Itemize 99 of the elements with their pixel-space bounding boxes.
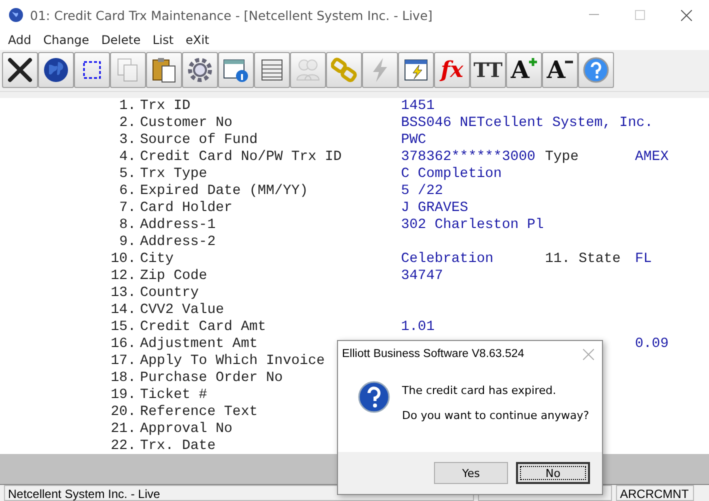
question-icon [358,381,390,413]
dialog-button[interactable]: Yes [434,462,508,484]
field-value: 1.01 [401,318,435,336]
field-number: 10. [110,250,137,268]
help-icon [583,57,609,84]
menu-item[interactable]: Delete [95,32,147,47]
field-number: 7. [119,200,137,217]
toolbar-button[interactable]: TT [470,52,506,88]
field-number: 4. [119,148,137,166]
field-label: City [140,250,174,268]
toolbar-button[interactable] [146,52,182,88]
field-label: Adjustment Amt [140,336,258,353]
field-value: 1451 [401,98,435,115]
field-value: AMEX [635,148,669,166]
field-value: 34747 [401,268,444,285]
toolbar-button[interactable] [254,52,290,88]
field-value: 378362******3000 [401,148,536,166]
field-value: BSS046 NETcellent System, Inc. [401,114,654,132]
close-icon [7,57,33,84]
toolbar-button[interactable]: A [542,52,578,88]
menu-item[interactable]: Change [37,32,96,47]
paste-icon [151,56,177,84]
field-number: 18. [110,370,137,387]
dialog-message: The credit card has expired. [402,384,558,397]
dialog-title: Elliott Business Software V8.63.524 [342,348,524,360]
field-label: Trx ID [140,98,190,115]
field-number: 21. [110,420,137,438]
field-value: 5 /22 [401,182,444,200]
toolbar-button[interactable] [2,52,38,88]
field-value: 0.09 [635,336,669,353]
field-number: 1. [119,98,137,115]
menu-item[interactable]: Add [2,32,38,47]
font-icon: TT [473,60,503,80]
field-label: Ticket # [140,386,208,404]
status-program: ARCRCMNT [616,485,694,501]
menu-item[interactable]: eXit [180,32,216,47]
field-label: Apply To Which Invoice [140,352,325,370]
field-number: 3. [119,132,137,149]
dialog-button[interactable]: No [516,462,590,484]
field-number: 17. [110,352,137,370]
field-label: Purchase Order No [140,370,283,387]
field-number: 15. [110,318,137,336]
window-lightning-icon [403,58,429,82]
info-window-icon [222,57,250,84]
field-label: Type [545,148,579,166]
function-icon: fx [440,59,464,82]
field-value: J GRAVES [401,200,468,217]
window-title: 01: Credit Card Trx Maintenance - [Netcellent System Inc. - Live] [30,8,434,22]
field-value: PWC [401,132,426,149]
field-value: C Completion [401,166,502,183]
field-label: Credit Card Amt [140,318,266,336]
field-number: 8. [119,216,137,234]
copy-icon [116,57,140,84]
field-label: Approval No [140,420,232,438]
field-number: 2. [119,114,137,132]
field-number: 6. [119,182,137,200]
field-label: Customer No [140,114,232,132]
field-label: Country [140,284,199,302]
field-number: 5. [119,166,137,183]
toolbar-button[interactable]: A [506,52,542,88]
field-label: Trx Type [140,166,208,183]
chain-link-icon [331,57,357,84]
field-label: Reference Text [140,404,258,421]
toolbar-button[interactable] [74,52,110,88]
field-label: Expired Date (MM/YY) [140,182,308,200]
toolbar-button[interactable] [38,52,74,88]
field-number: 19. [110,386,137,404]
field-number: 16. [110,336,137,353]
toolbar-button[interactable] [218,52,254,88]
selection-icon [82,60,102,80]
field-label: Card Holder [140,200,232,217]
field-number: 22. [110,438,137,455]
toolbar-button[interactable]: fx [434,52,470,88]
field-label: Trx. Date [140,438,216,455]
field-number: 20. [110,404,137,421]
globe-icon [43,57,69,84]
app-globe-icon [8,7,24,23]
field-value: Celebration [401,250,494,268]
close-icon[interactable] [680,10,692,20]
menu-item[interactable]: List [146,32,180,47]
field-number: 12. [110,268,137,285]
field-number: 14. [110,302,137,319]
field-label: Source of Fund [140,132,258,149]
field-label: Address-2 [140,234,216,251]
field-label: 11. State [545,250,621,268]
field-label: CVV2 Value [140,302,224,319]
lightning-icon [370,57,390,84]
field-label: Zip Code [140,268,208,285]
toolbar-button[interactable] [398,52,434,88]
field-value: FL [635,250,652,268]
field-label: Credit Card No/PW Trx ID [140,148,342,166]
field-number: 9. [119,234,137,251]
gear-icon [187,57,213,84]
list-icon [260,58,284,82]
people-icon [295,58,321,82]
field-number: 13. [110,284,137,302]
dialog-question: Do you want to continue anyway? [402,409,590,422]
field-label: Address-1 [140,216,216,234]
field-value: 302 Charleston Pl [401,216,544,234]
